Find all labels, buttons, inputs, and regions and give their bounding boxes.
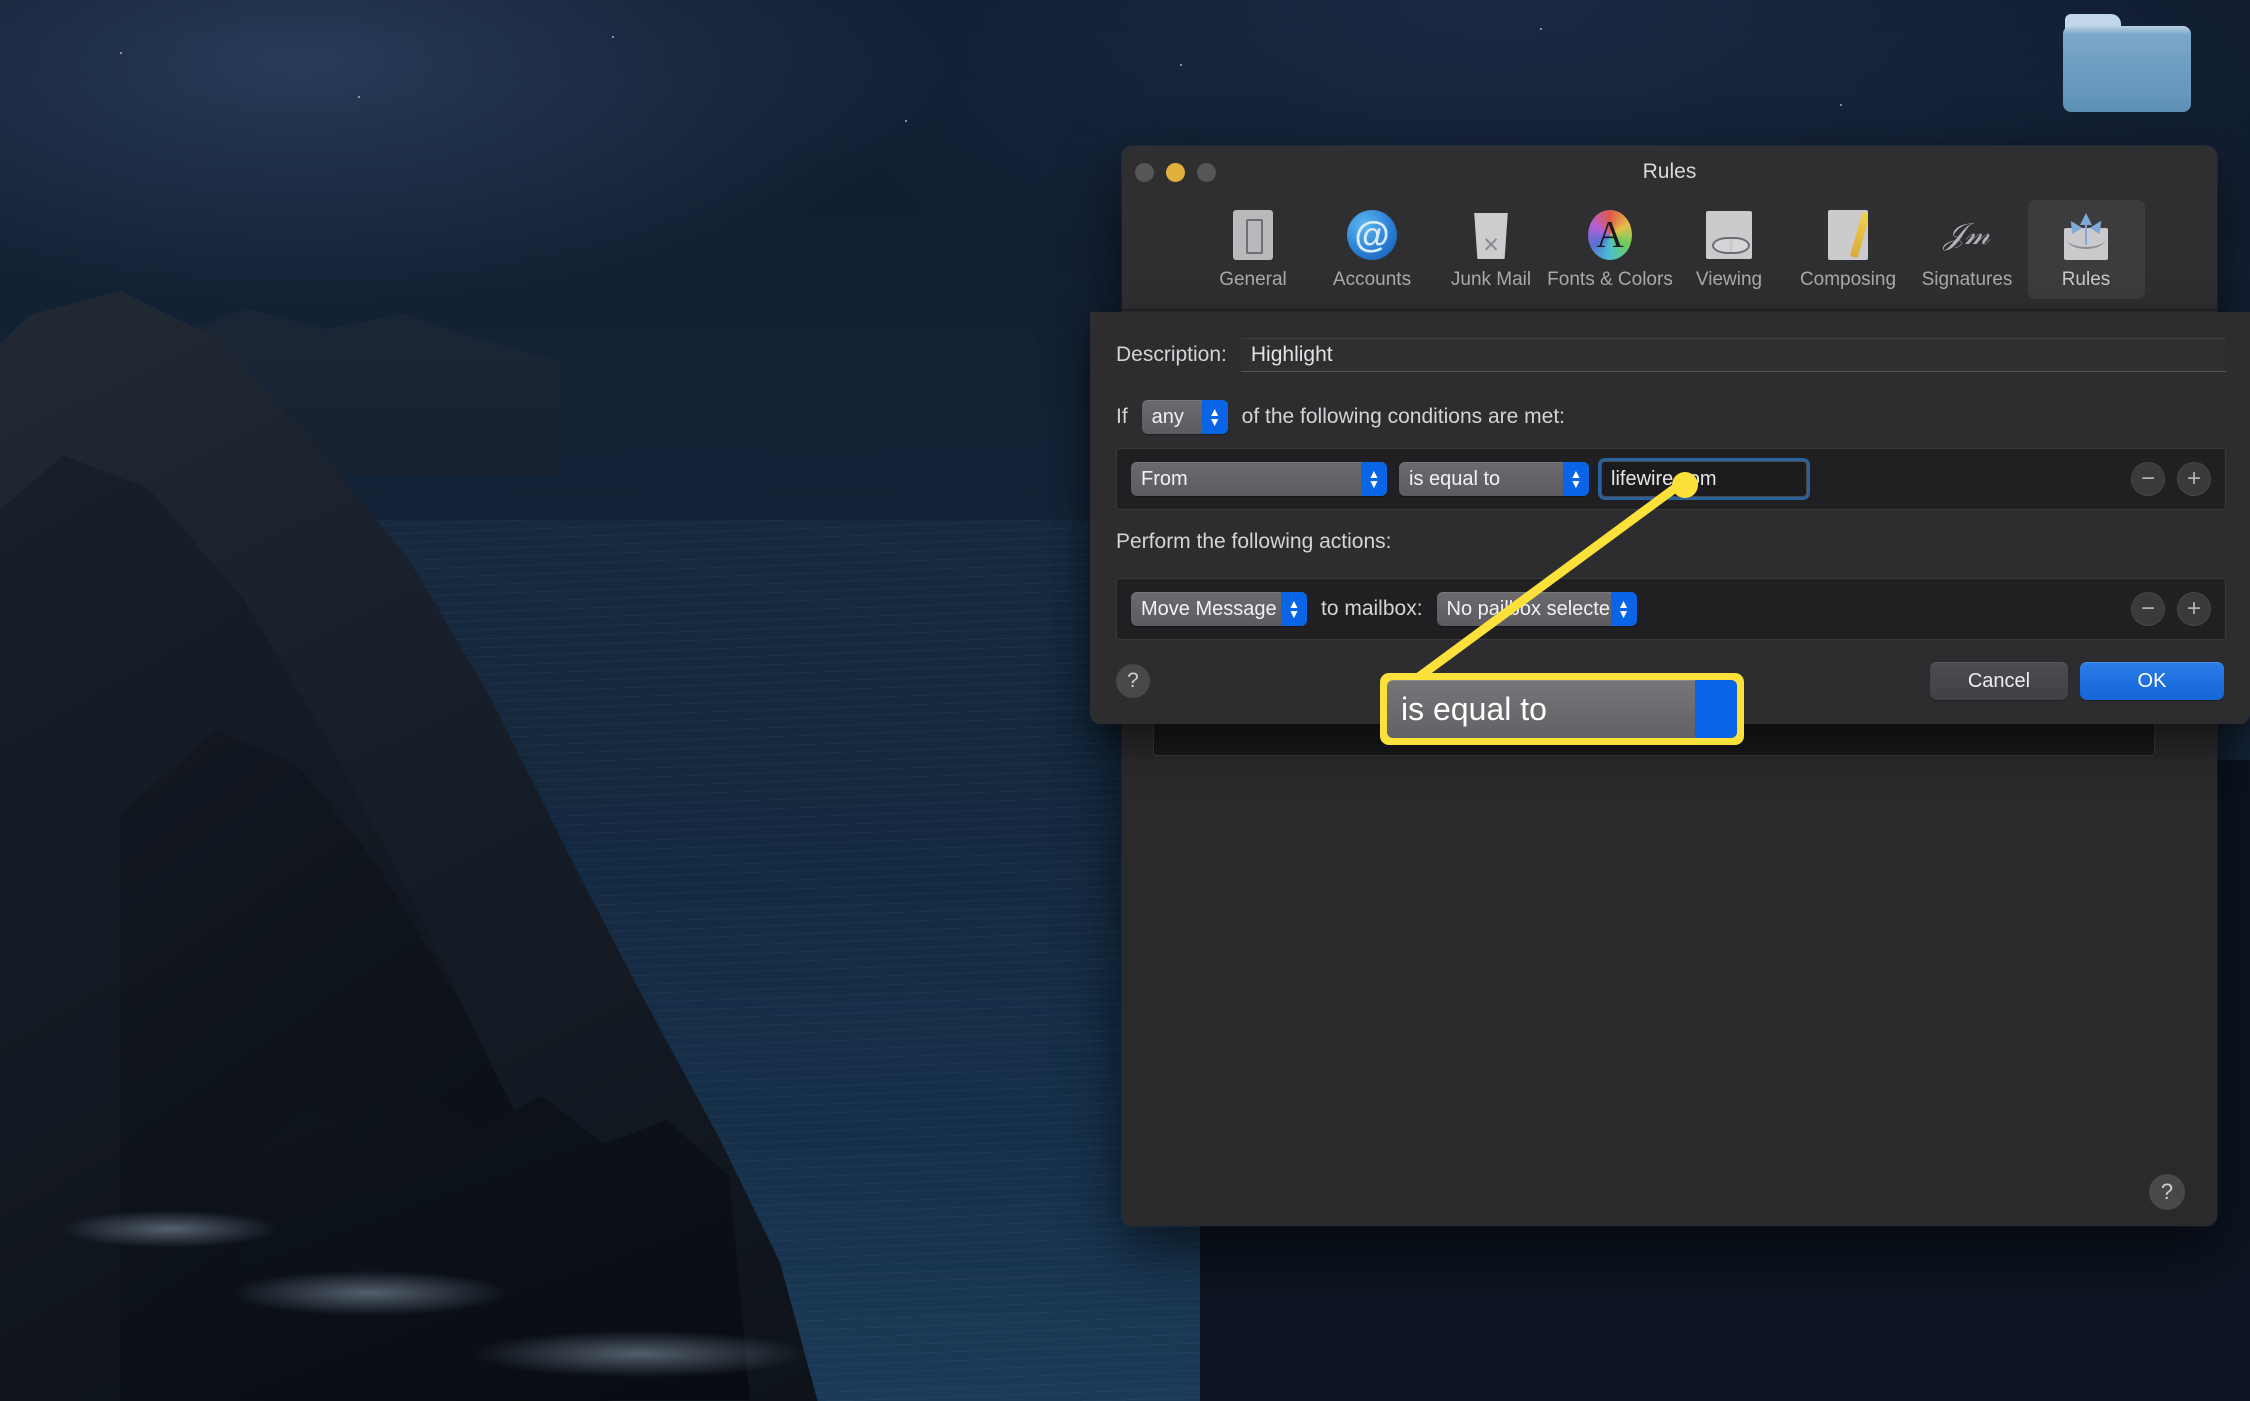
action-row-buttons: − + — [2131, 592, 2211, 626]
toolbar-label: Rules — [2061, 269, 2111, 290]
ok-button[interactable]: OK — [2080, 662, 2224, 700]
toolbar-item-junk-mail[interactable]: Junk Mail — [1433, 200, 1550, 299]
match-mode-row: If any of the following conditions are m… — [1116, 400, 1565, 434]
match-mode-value: any — [1151, 405, 1184, 428]
annotation-callout-text: is equal to — [1401, 690, 1547, 727]
action-row: Move Message to mailbox: No pailbox sele… — [1116, 578, 2226, 640]
condition-row: From is equal to lifewire.com − + — [1116, 448, 2226, 510]
toolbar-label: Accounts — [1332, 269, 1412, 290]
if-label: If — [1116, 405, 1128, 428]
condition-field-value: From — [1141, 467, 1188, 490]
mailbox-popup[interactable]: No pailbox selected — [1436, 592, 1637, 626]
general-icon — [1225, 208, 1281, 262]
fonts-colors-icon — [1582, 208, 1638, 262]
folder-icon[interactable] — [2063, 14, 2191, 112]
cancel-button[interactable]: Cancel — [1930, 662, 2068, 700]
chevron-updown-icon — [1361, 462, 1387, 496]
description-input[interactable]: Highlight — [1240, 338, 2226, 372]
toolbar-label: Fonts & Colors — [1547, 269, 1673, 290]
remove-action-button[interactable]: − — [2131, 592, 2165, 626]
toolbar-item-viewing[interactable]: Viewing — [1671, 200, 1788, 299]
chevron-updown-icon — [1201, 400, 1228, 434]
junk-mail-icon — [1463, 208, 1519, 262]
toolbar-label: General — [1219, 269, 1287, 290]
viewing-icon — [1701, 208, 1757, 262]
signatures-icon — [1939, 208, 1995, 262]
add-action-button[interactable]: + — [2177, 592, 2211, 626]
condition-operator-value: is equal to — [1409, 467, 1501, 490]
surf-foam — [60, 1210, 280, 1248]
toolbar-item-signatures[interactable]: Signatures — [1909, 200, 2026, 299]
description-label: Description: — [1116, 343, 1227, 366]
toolbar-label: Viewing — [1695, 269, 1763, 290]
match-mode-popup[interactable]: any — [1141, 400, 1228, 434]
desktop: Rules General Accounts Junk Mail Fonts &… — [0, 0, 2250, 1401]
annotation-callout: is equal to — [1380, 673, 1744, 745]
help-button[interactable]: ? — [1116, 664, 1150, 698]
chevron-updown-icon — [1695, 680, 1737, 738]
help-button[interactable]: ? — [2149, 1174, 2185, 1210]
page-title: Rules — [1642, 160, 1697, 183]
condition-operator-popup[interactable]: is equal to — [1399, 462, 1589, 496]
rules-icon — [2058, 208, 2114, 262]
conditions-sentence: of the following conditions are met: — [1241, 405, 1566, 428]
toolbar-item-fonts-colors[interactable]: Fonts & Colors — [1547, 200, 1673, 299]
mailbox-value: No pailbox selected — [1446, 597, 1622, 620]
mailbox-label: to mailbox: — [1321, 597, 1423, 620]
toolbar-item-accounts[interactable]: Accounts — [1314, 200, 1431, 299]
description-row: Description: Highlight — [1116, 338, 2226, 372]
remove-condition-button[interactable]: − — [2131, 462, 2165, 496]
rule-editor-sheet: Description: Highlight If any of the fol… — [1090, 312, 2250, 724]
composing-icon — [1820, 208, 1876, 262]
surf-foam — [230, 1270, 510, 1316]
action-type-popup[interactable]: Move Message — [1131, 592, 1307, 626]
action-type-value: Move Message — [1141, 597, 1277, 620]
toolbar-item-general[interactable]: General — [1195, 200, 1312, 299]
chevron-updown-icon — [1563, 462, 1589, 496]
condition-row-buttons: − + — [2131, 462, 2211, 496]
toolbar-label: Junk Mail — [1450, 269, 1532, 290]
preferences-toolbar: General Accounts Junk Mail Fonts & Color… — [1122, 198, 2217, 310]
actions-label: Perform the following actions: — [1116, 530, 1392, 553]
chevron-updown-icon — [1610, 592, 1637, 626]
window-titlebar: Rules — [1122, 146, 2217, 198]
toolbar-item-composing[interactable]: Composing — [1790, 200, 1907, 299]
toolbar-label: Signatures — [1921, 269, 2013, 290]
chevron-updown-icon — [1281, 592, 1307, 626]
condition-field-popup[interactable]: From — [1131, 462, 1387, 496]
surf-foam — [470, 1330, 810, 1378]
add-condition-button[interactable]: + — [2177, 462, 2211, 496]
accounts-icon — [1344, 208, 1400, 262]
folder-body — [2063, 26, 2191, 112]
annotation-dot — [1672, 472, 1698, 498]
toolbar-item-rules[interactable]: Rules — [2027, 200, 2145, 299]
toolbar-label: Composing — [1799, 269, 1897, 290]
condition-value-input[interactable]: lifewire.com — [1601, 461, 1807, 497]
annotation-magnified-popup: is equal to — [1387, 680, 1737, 738]
